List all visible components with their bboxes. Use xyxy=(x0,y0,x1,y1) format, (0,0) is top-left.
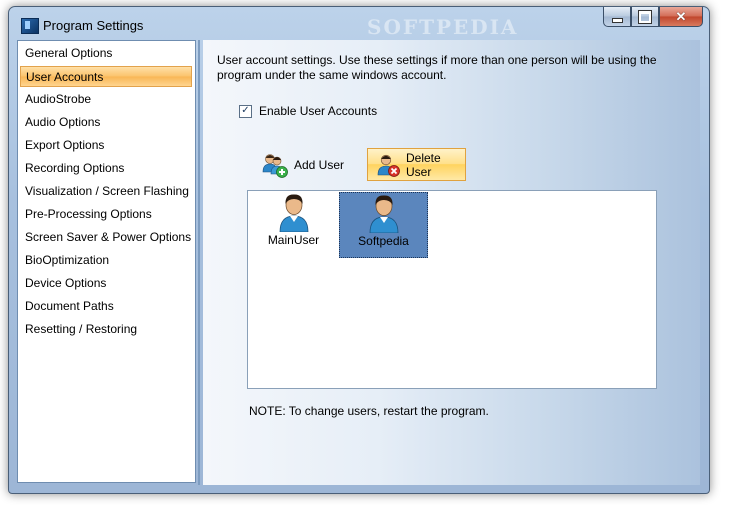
section-description: User account settings. Use these setting… xyxy=(217,53,657,82)
window-title: Program Settings xyxy=(43,18,144,33)
user-name: Softpedia xyxy=(358,234,409,248)
delete-user-button[interactable]: Delete User xyxy=(367,148,466,181)
sidebar-item-user-accounts[interactable]: User Accounts xyxy=(20,66,192,87)
sidebar-item-biooptimization[interactable]: BioOptimization xyxy=(20,250,192,271)
user-list[interactable]: MainUser Softpedia xyxy=(247,190,657,389)
sidebar-item-audio-options[interactable]: Audio Options xyxy=(20,112,192,133)
settings-panel: User account settings. Use these setting… xyxy=(203,40,700,485)
program-settings-window: Program Settings SOFTPEDIA ✕ General Opt… xyxy=(8,6,710,494)
sidebar-item-device-options[interactable]: Device Options xyxy=(20,273,192,294)
maximize-button[interactable] xyxy=(631,7,659,27)
sidebar-item-recording-options[interactable]: Recording Options xyxy=(20,158,192,179)
restart-note: NOTE: To change users, restart the progr… xyxy=(249,404,489,418)
sidebar-item-document-paths[interactable]: Document Paths xyxy=(20,296,192,317)
client-area: General Options User Accounts AudioStrob… xyxy=(17,40,700,485)
add-user-button[interactable]: Add User xyxy=(258,151,348,179)
user-avatar-icon xyxy=(276,192,312,232)
minimize-button[interactable] xyxy=(603,7,631,27)
sidebar-item-export-options[interactable]: Export Options xyxy=(20,135,192,156)
maximize-icon xyxy=(638,9,652,24)
settings-nav: General Options User Accounts AudioStrob… xyxy=(17,40,196,483)
add-user-label: Add User xyxy=(294,158,345,172)
enable-user-accounts-checkbox[interactable]: ✓ xyxy=(239,104,252,118)
user-avatar-icon xyxy=(366,193,402,233)
sidebar-item-general-options[interactable]: General Options xyxy=(20,43,192,64)
user-item-softpedia[interactable]: Softpedia xyxy=(339,192,428,258)
enable-user-accounts-label: Enable User Accounts xyxy=(259,104,378,118)
user-delete-icon xyxy=(376,153,400,177)
delete-user-label: Delete User xyxy=(406,150,441,179)
splitter[interactable] xyxy=(198,40,200,485)
user-item-mainuser[interactable]: MainUser xyxy=(249,192,338,258)
close-button[interactable]: ✕ xyxy=(659,7,703,27)
close-icon: ✕ xyxy=(675,8,687,24)
user-add-icon xyxy=(262,152,288,178)
app-icon xyxy=(21,18,39,34)
enable-user-accounts-row[interactable]: ✓ Enable User Accounts xyxy=(239,104,377,118)
watermark: SOFTPEDIA xyxy=(367,15,519,39)
title-bar[interactable]: Program Settings SOFTPEDIA ✕ xyxy=(9,7,709,41)
caption-buttons: ✕ xyxy=(603,7,703,27)
sidebar-item-audiostrobe[interactable]: AudioStrobe xyxy=(20,89,192,110)
sidebar-item-pre-processing[interactable]: Pre-Processing Options xyxy=(20,204,192,225)
sidebar-item-screen-saver[interactable]: Screen Saver & Power Options xyxy=(20,227,192,248)
sidebar-item-resetting-restoring[interactable]: Resetting / Restoring xyxy=(20,319,192,340)
user-name: MainUser xyxy=(267,233,320,247)
sidebar-item-visualization[interactable]: Visualization / Screen Flashing xyxy=(20,181,192,202)
minimize-icon xyxy=(611,17,623,23)
